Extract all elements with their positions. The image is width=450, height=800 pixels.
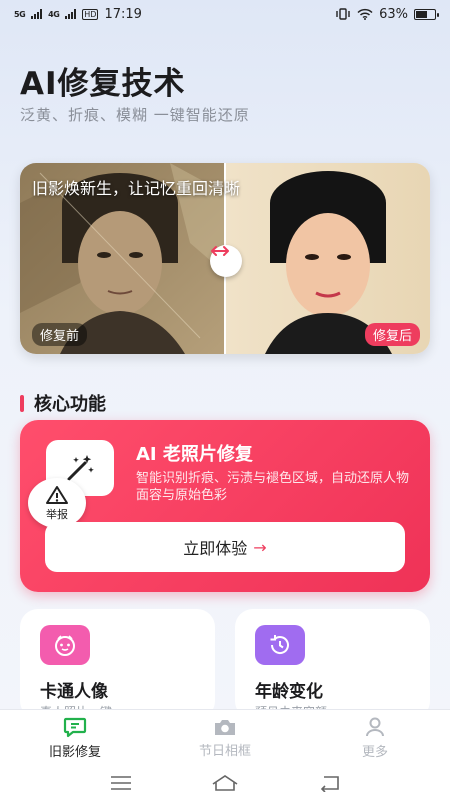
report-button[interactable]: 举报 xyxy=(28,478,86,528)
section-header: 核心功能 xyxy=(20,390,106,416)
feature-card-age-change[interactable]: 年龄变化 预见未来容颜 xyxy=(235,609,430,719)
status-left: 5G 4G HD 17:19 xyxy=(14,7,142,22)
try-now-button[interactable]: 立即体验 → xyxy=(45,522,405,572)
signal-bars-icon-2 xyxy=(65,9,77,19)
status-bar: 5G 4G HD 17:19 63% xyxy=(0,0,450,28)
status-right: 63% xyxy=(335,6,439,22)
vibrate-icon xyxy=(336,8,350,20)
history-clock-icon xyxy=(255,625,305,665)
age-change-title: 年龄变化 xyxy=(255,682,323,702)
page-title: AI修复技术 xyxy=(20,66,186,102)
wifi-icon xyxy=(357,8,373,20)
report-label: 举报 xyxy=(46,507,68,521)
tab-photo-restore[interactable]: 旧影修复 xyxy=(0,710,150,765)
signal-bars-icon xyxy=(31,9,43,19)
try-now-label: 立即体验 xyxy=(183,539,248,558)
cartoon-title: 卡通人像 xyxy=(40,682,108,702)
feature-card-photo-restore[interactable]: 举报 AI 老照片修复 智能识别折痕、污渍与褪色区域，自动还原人物面容与原始色彩… xyxy=(20,420,430,592)
section-title: 核心功能 xyxy=(34,394,106,415)
status-time: 17:19 xyxy=(104,6,142,22)
page-subtitle: 泛黄、折痕、模糊 一键智能还原 xyxy=(20,106,250,124)
before-after-compare-card[interactable]: 旧影焕新生，让记忆重回清晰 修复前 修复后 xyxy=(20,163,430,354)
arrow-right-icon: → xyxy=(253,537,267,557)
camera-icon xyxy=(215,719,235,735)
double-arrow-icon xyxy=(211,246,229,256)
feature-title: AI 老照片修复 xyxy=(136,444,253,465)
battery-percent: 63% xyxy=(379,6,408,22)
before-label: 修复前 xyxy=(32,323,88,346)
person-icon xyxy=(366,717,384,736)
tab-holiday-frame[interactable]: 节日相框 xyxy=(150,710,300,765)
system-nav-bar xyxy=(0,765,450,800)
network-5g-label: 5G xyxy=(14,9,26,19)
cartoon-face-icon xyxy=(40,625,90,665)
battery-icon xyxy=(414,8,439,20)
tab-more[interactable]: 更多 xyxy=(300,710,450,765)
bottom-tab-bar: 旧影修复 节日相框 更多 xyxy=(0,709,450,765)
after-label: 修复后 xyxy=(364,323,420,346)
tab-more-label: 更多 xyxy=(361,744,388,760)
feature-description: 智能识别折痕、污渍与褪色区域，自动还原人物面容与原始色彩 xyxy=(136,471,410,503)
compare-caption: 旧影焕新生，让记忆重回清晰 xyxy=(32,179,241,198)
back-icon[interactable] xyxy=(317,774,341,792)
hd-badge: HD xyxy=(82,8,99,20)
menu-icon[interactable] xyxy=(109,775,133,791)
chat-bubble-icon xyxy=(63,717,87,737)
network-4g-label: 4G xyxy=(48,9,60,19)
section-accent-bar xyxy=(20,394,24,412)
warning-icon xyxy=(46,485,68,504)
feature-card-cartoon[interactable]: 卡通人像 真人照片一键 xyxy=(20,609,215,719)
tab-photo-restore-label: 旧影修复 xyxy=(48,744,101,760)
tab-holiday-frame-label: 节日相框 xyxy=(198,743,251,759)
home-icon[interactable] xyxy=(210,774,240,792)
compare-slider-handle[interactable] xyxy=(210,245,242,277)
